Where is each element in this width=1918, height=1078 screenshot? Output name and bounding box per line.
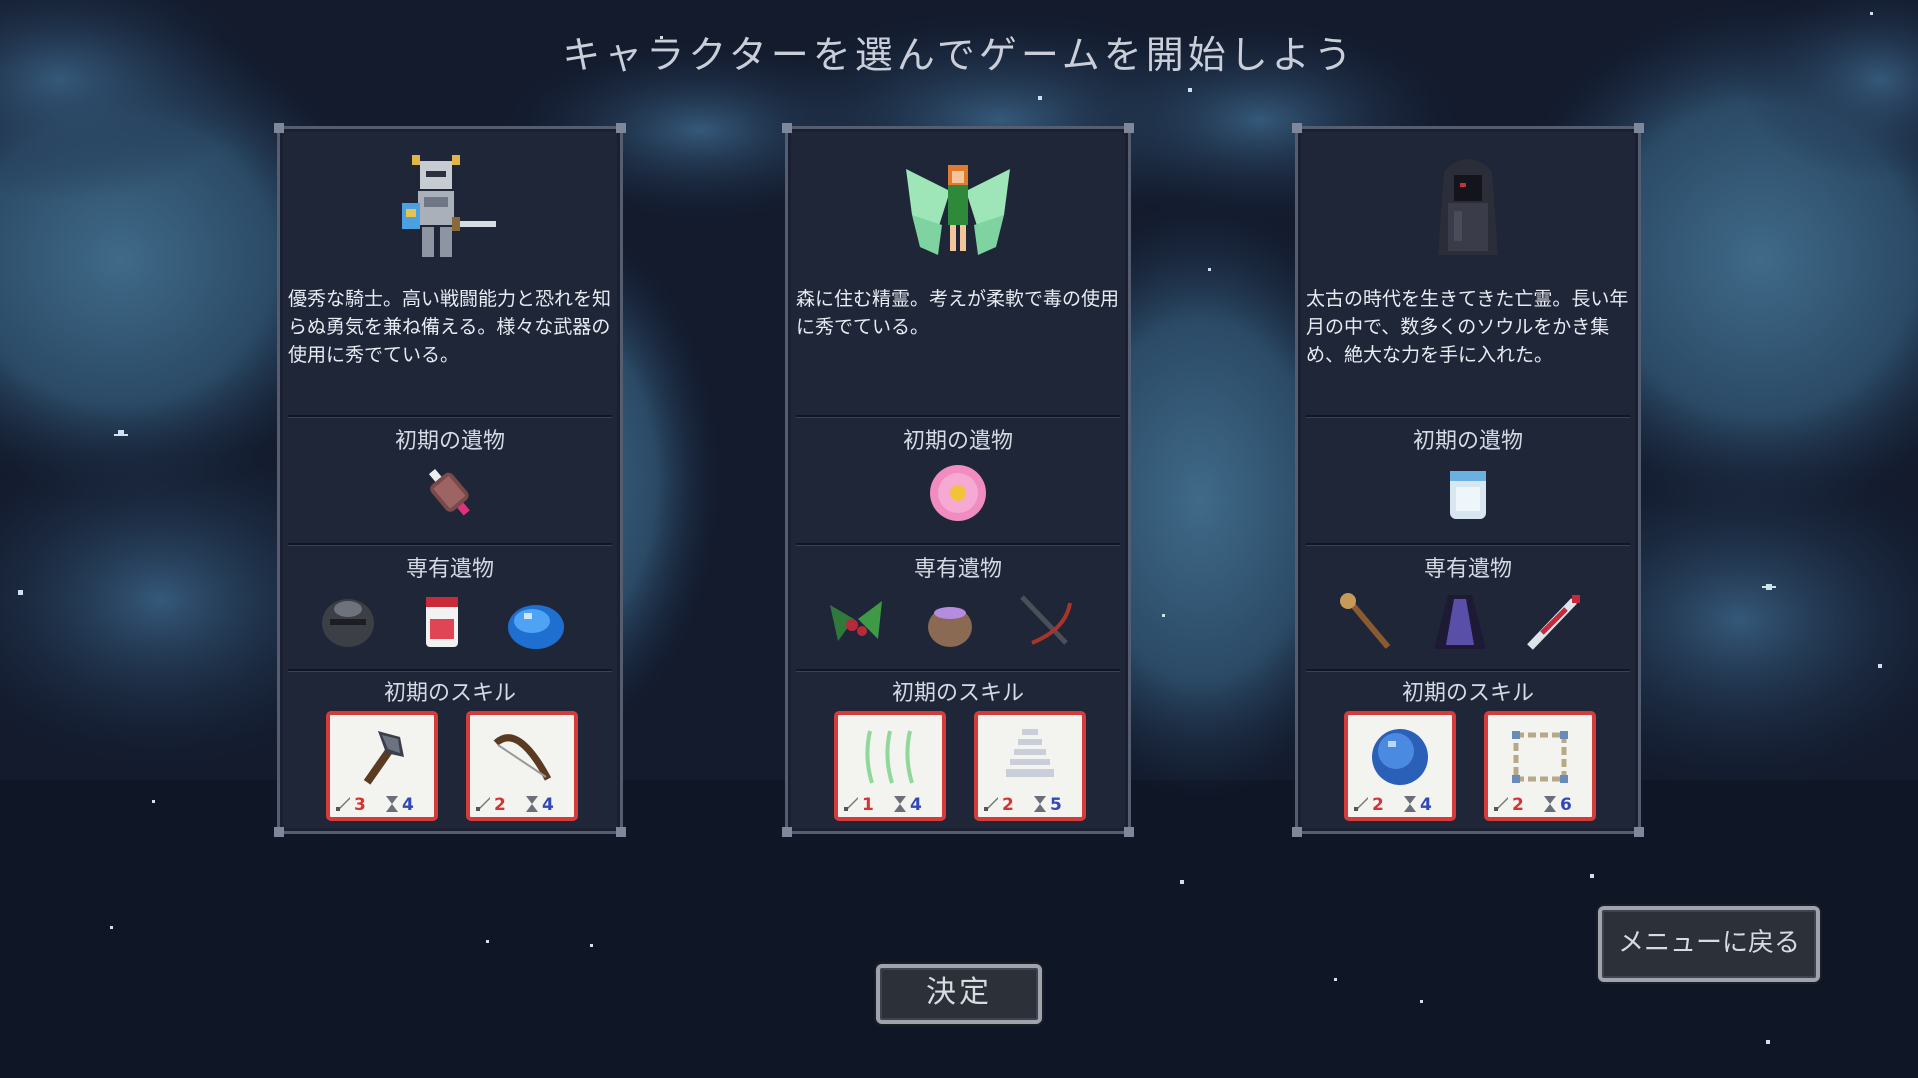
skill-damage: 2 — [1372, 795, 1384, 815]
skill-card-bow[interactable]: 2 4 — [466, 711, 578, 821]
skill-card-axe[interactable]: 3 4 — [326, 711, 438, 821]
character-card-fairy[interactable]: 森に住む精霊。考えが柔軟で毒の使用に秀でている。 初期の遺物 専有遺物 初期のス… — [782, 123, 1134, 837]
crossbow-icon[interactable] — [1012, 589, 1076, 653]
character-card-ghost[interactable]: 太古の時代を生きてきた亡霊。長い年月の中で、数多くのソウルをかき集め、絶大な力を… — [1292, 123, 1644, 837]
sword-icon — [1494, 797, 1508, 811]
skill-card-vine[interactable]: 1 4 — [834, 711, 946, 821]
hourglass-icon — [526, 796, 538, 812]
pink-flower-icon[interactable] — [926, 461, 990, 525]
skill-damage: 2 — [1002, 795, 1014, 815]
blue-orb-icon — [1372, 729, 1428, 785]
skill-card-rune[interactable]: 2 6 — [1484, 711, 1596, 821]
iron-helmet-icon[interactable] — [316, 589, 380, 653]
hourglass-icon — [1544, 796, 1556, 812]
rune-frame-icon — [1512, 731, 1568, 783]
character-card-knight[interactable]: 優秀な騎士。高い戦闘能力と恐れを知らぬ勇気を兼ね備える。様々な武器の使用に秀でて… — [274, 123, 626, 837]
sword-icon — [476, 797, 490, 811]
sword-icon — [984, 797, 998, 811]
starting-skills-label: 初期のスキル — [1401, 681, 1534, 706]
meat-relic-icon[interactable] — [418, 461, 482, 525]
skill-damage: 2 — [1512, 795, 1524, 815]
skill-cooldown: 4 — [402, 795, 414, 815]
skill-damage: 2 — [494, 795, 506, 815]
axe-icon — [363, 731, 404, 785]
skill-card-orb[interactable]: 2 4 — [1344, 711, 1456, 821]
starting-relic-label: 初期の遺物 — [1412, 429, 1523, 454]
bow-icon — [493, 734, 552, 781]
exclusive-relics-label: 専有遺物 — [1423, 557, 1512, 582]
skill-cooldown: 5 — [1050, 795, 1062, 815]
starting-skills-label: 初期のスキル — [891, 681, 1024, 706]
starting-skills-label: 初期のスキル — [383, 681, 516, 706]
dark-cloak-icon[interactable] — [1428, 589, 1492, 653]
skill-cooldown: 4 — [542, 795, 554, 815]
skill-cooldown: 4 — [1420, 795, 1432, 815]
hourglass-icon — [386, 796, 398, 812]
fairy-portrait-icon — [906, 165, 1010, 255]
confirm-button[interactable]: 決定 — [876, 964, 1042, 1024]
potion-jar-icon[interactable] — [410, 589, 474, 653]
skill-cooldown: 4 — [910, 795, 922, 815]
starting-relic-label: 初期の遺物 — [902, 429, 1013, 454]
starting-relic-label: 初期の遺物 — [394, 429, 505, 454]
character-description: 森に住む精霊。考えが柔軟で毒の使用に秀でている。 — [796, 288, 1120, 338]
soul-jar-icon[interactable] — [1436, 461, 1500, 525]
knight-portrait-icon — [402, 155, 496, 257]
sword-icon — [844, 797, 858, 811]
blue-slime-icon[interactable] — [504, 589, 568, 653]
sword-icon — [336, 797, 350, 811]
exclusive-relics-label: 専有遺物 — [913, 557, 1002, 582]
tornado-icon — [1006, 729, 1054, 777]
berry-branch-icon[interactable] — [824, 589, 888, 653]
hourglass-icon — [894, 796, 906, 812]
ghost-portrait-icon — [1438, 159, 1498, 255]
page-title: キャラクターを選んでゲームを開始しよう — [562, 33, 1356, 77]
bone-staff-icon[interactable] — [1334, 589, 1398, 653]
character-description: 太古の時代を生きてきた亡霊。長い年月の中で、数多くのソウルをかき集め、絶大な力を… — [1306, 288, 1629, 366]
skill-damage: 3 — [354, 795, 366, 815]
bloody-sword-icon[interactable] — [1522, 589, 1586, 653]
hourglass-icon — [1404, 796, 1416, 812]
poison-pot-icon[interactable] — [918, 589, 982, 653]
skill-card-tornado[interactable]: 2 5 — [974, 711, 1086, 821]
skill-cooldown: 6 — [1560, 795, 1572, 815]
character-description: 優秀な騎士。高い戦闘能力と恐れを知らぬ勇気を兼ね備える。様々な武器の使用に秀でて… — [288, 288, 612, 366]
skill-damage: 1 — [862, 795, 874, 815]
exclusive-relics-label: 専有遺物 — [405, 557, 494, 582]
sword-icon — [1354, 797, 1368, 811]
vine-chains-icon — [865, 730, 914, 784]
back-to-menu-button[interactable]: メニューに戻る — [1598, 906, 1820, 982]
hourglass-icon — [1034, 796, 1046, 812]
